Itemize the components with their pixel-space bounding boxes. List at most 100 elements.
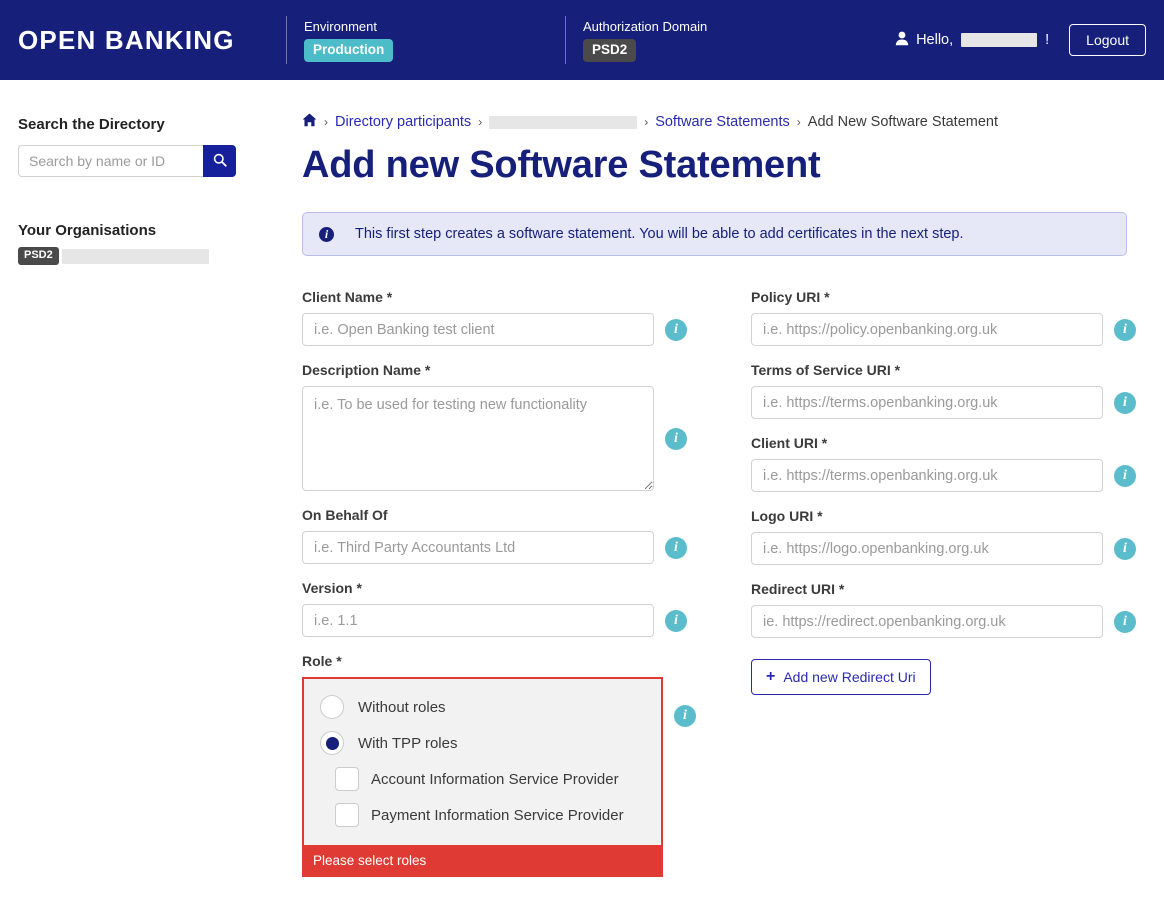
add-new-redirect-uri-label: Add new Redirect Uri [783, 669, 916, 685]
breadcrumb-item-directory-participants[interactable]: Directory participants [335, 114, 471, 130]
info-icon-policy-uri[interactable]: i [1114, 318, 1136, 341]
sidebar: Search the Directory Your Organisations … [0, 80, 288, 265]
client-name-row: i [302, 313, 687, 346]
redirect-uri-row: i [751, 605, 1136, 638]
role-option-without-roles[interactable]: Without roles [320, 695, 645, 719]
checkbox-account-information-service-provider[interactable] [335, 767, 359, 791]
logo-uri-label: Logo URI * [751, 508, 823, 524]
form-left-column: Client Name * i Description Name * i On … [302, 289, 696, 893]
environment-label: Environment [304, 18, 377, 34]
breadcrumb-item-redacted[interactable] [489, 115, 638, 129]
role-option-with-tpp-roles-label: With TPP roles [358, 734, 458, 752]
client-uri-input[interactable] [751, 459, 1103, 492]
version-input[interactable] [302, 604, 654, 637]
breadcrumb-item-software-statements[interactable]: Software Statements [655, 114, 790, 130]
role-checkbox-pisp[interactable]: Payment Information Service Provider [335, 803, 645, 827]
radio-with-tpp-roles[interactable] [320, 731, 344, 755]
main-content: › Directory participants › › Software St… [288, 80, 1164, 893]
description-name-textarea[interactable] [302, 386, 654, 491]
info-banner: i This first step creates a software sta… [302, 212, 1127, 256]
redirect-uri-label: Redirect URI * [751, 581, 845, 597]
role-checkbox-aisp-label: Account Information Service Provider [371, 770, 619, 788]
role-checkbox-pisp-label: Payment Information Service Provider [371, 806, 624, 824]
terms-of-service-uri-row: i [751, 386, 1136, 419]
field-description-name: Description Name * i [302, 362, 687, 491]
form-right-column: Policy URI * i Terms of Service URI * i … [751, 289, 1136, 893]
redirect-uri-input[interactable] [751, 605, 1103, 638]
authorization-domain-block: Authorization Domain PSD2 [566, 19, 866, 62]
client-uri-row: i [751, 459, 1136, 492]
info-icon-logo-uri[interactable]: i [1114, 537, 1136, 560]
search-directory-form [18, 145, 270, 177]
client-uri-label: Client URI * [751, 435, 828, 451]
client-name-label: Client Name * [302, 289, 393, 305]
role-label: Role * [302, 653, 342, 669]
logo-uri-row: i [751, 532, 1136, 565]
authorization-domain-label: Authorization Domain [583, 18, 708, 34]
search-icon [213, 153, 227, 170]
field-client-uri: Client URI * i [751, 435, 1136, 492]
logout-button[interactable]: Logout [1069, 24, 1146, 56]
info-icon-client-uri[interactable]: i [1114, 464, 1136, 487]
info-icon-on-behalf-of[interactable]: i [665, 536, 687, 559]
role-checkbox-aisp[interactable]: Account Information Service Provider [335, 767, 645, 791]
client-name-input[interactable] [302, 313, 654, 346]
breadcrumb: › Directory participants › › Software St… [302, 112, 1136, 132]
policy-uri-input[interactable] [751, 313, 1103, 346]
home-icon[interactable] [302, 113, 317, 131]
version-label: Version * [302, 580, 362, 596]
radio-without-roles[interactable] [320, 695, 344, 719]
organisation-list-item[interactable]: PSD2 [18, 247, 270, 265]
redacted-organisation-name [61, 248, 209, 264]
search-input[interactable] [18, 145, 203, 177]
description-name-label: Description Name * [302, 362, 431, 378]
greeting-suffix: ! [1045, 32, 1050, 48]
organisation-badge: PSD2 [18, 247, 59, 265]
search-button[interactable] [203, 145, 236, 177]
role-option-with-tpp-roles[interactable]: With TPP roles [320, 731, 645, 755]
info-icon-role[interactable]: i [674, 705, 696, 727]
search-directory-title: Search the Directory [18, 116, 165, 133]
add-new-redirect-uri-button[interactable]: + Add new Redirect Uri [751, 659, 931, 695]
field-redirect-uri: Redirect URI * i [751, 581, 1136, 638]
terms-of-service-uri-label: Terms of Service URI * [751, 362, 901, 378]
breadcrumb-separator: › [324, 115, 328, 129]
brand-logo: OPEN BANKING [18, 24, 235, 55]
info-icon-client-name[interactable]: i [665, 318, 687, 341]
terms-of-service-uri-input[interactable] [751, 386, 1103, 419]
description-name-row: i [302, 386, 687, 491]
page-body: Search the Directory Your Organisations … [0, 80, 1164, 893]
info-icon-terms-of-service-uri[interactable]: i [1114, 391, 1136, 414]
redacted-username [961, 33, 1038, 47]
user-greeting: Hello, ! [895, 31, 1049, 50]
info-banner-text: This first step creates a software state… [355, 226, 964, 242]
page-title: Add new Software Statement [302, 144, 821, 186]
breadcrumb-separator: › [796, 115, 801, 129]
logo-uri-input[interactable] [751, 532, 1103, 565]
on-behalf-of-label: On Behalf Of [302, 507, 388, 523]
your-organisations-title: Your Organisations [18, 222, 157, 239]
field-on-behalf-of: On Behalf Of i [302, 507, 687, 564]
breadcrumb-separator: › [644, 115, 649, 129]
checkbox-payment-information-service-provider[interactable] [335, 803, 359, 827]
on-behalf-of-row: i [302, 531, 687, 564]
role-option-without-roles-label: Without roles [358, 698, 446, 716]
authorization-domain-badge: PSD2 [583, 38, 637, 62]
software-statement-form: Client Name * i Description Name * i On … [302, 289, 1136, 893]
on-behalf-of-input[interactable] [302, 531, 654, 564]
role-options-box: Without roles With TPP roles Account Inf… [302, 677, 663, 845]
field-logo-uri: Logo URI * i [751, 508, 1136, 565]
role-error-message: Please select roles [302, 845, 663, 877]
info-icon-description-name[interactable]: i [665, 427, 687, 450]
policy-uri-row: i [751, 313, 1136, 346]
app-header: OPEN BANKING Environment Production Auth… [0, 0, 1164, 80]
user-icon [895, 31, 909, 50]
version-row: i [302, 604, 687, 637]
info-icon-redirect-uri[interactable]: i [1114, 610, 1136, 633]
plus-icon: + [766, 668, 776, 685]
breadcrumb-separator: › [478, 115, 483, 129]
info-icon-version[interactable]: i [665, 609, 687, 632]
header-user-area: Hello, ! Logout [895, 24, 1146, 56]
role-wrapper: Without roles With TPP roles Account Inf… [302, 677, 696, 877]
policy-uri-label: Policy URI * [751, 289, 830, 305]
